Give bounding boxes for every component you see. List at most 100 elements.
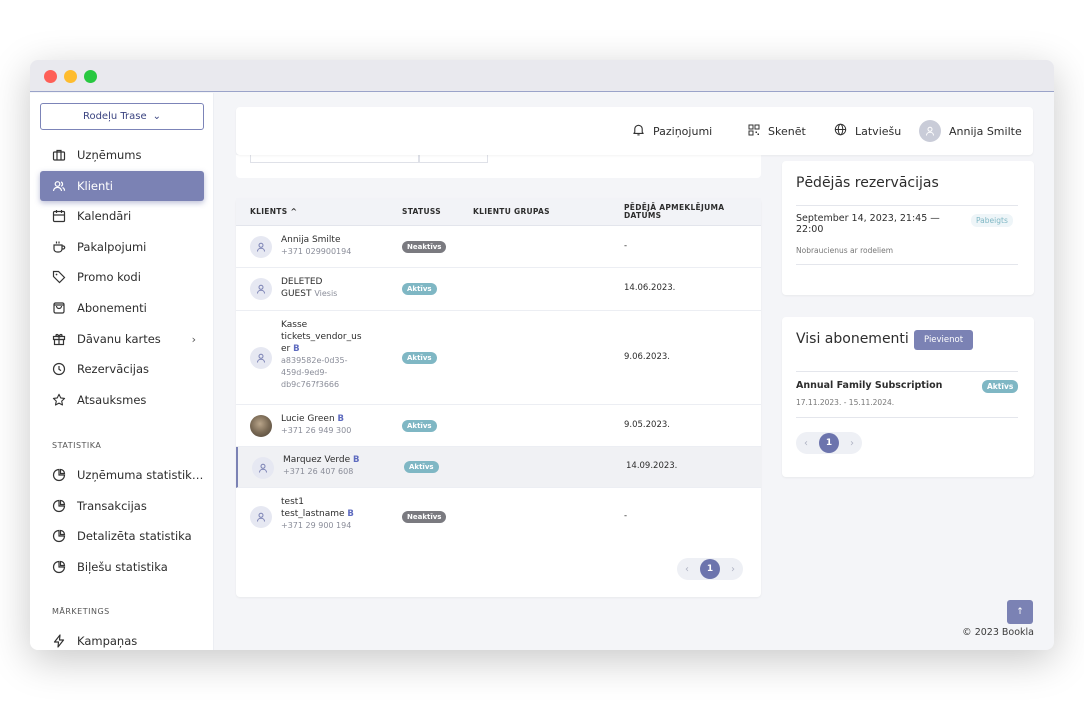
- section-heading-statistics: STATISTIKA: [52, 441, 102, 450]
- table-row-selected[interactable]: Marquez Verde B +371 26 407 608 Aktīvs 1…: [236, 447, 761, 488]
- sidebar-item-label: Uzņēmums: [77, 148, 142, 162]
- page-1-button[interactable]: 1: [700, 559, 720, 579]
- column-last-visit-date[interactable]: PĒDĒJĀ APMEKLĒJUMA DATUMS: [624, 198, 724, 226]
- divider: [796, 371, 1018, 372]
- sidebar-item-subscriptions[interactable]: Abonementi: [40, 293, 204, 323]
- pie-chart-icon: [52, 529, 66, 543]
- status-badge: Aktīvs: [402, 420, 437, 432]
- next-page-button[interactable]: ›: [726, 564, 740, 575]
- cup-icon: [52, 240, 66, 254]
- sidebar-item-label: Uzņēmuma statistik…: [77, 468, 204, 482]
- status-badge: Aktīvs: [982, 380, 1019, 393]
- sidebar-item-services[interactable]: Pakalpojumi: [40, 232, 204, 262]
- sidebar-item-promo-codes[interactable]: Promo kodi: [40, 262, 204, 292]
- add-subscription-button[interactable]: Pievienot: [914, 330, 974, 350]
- user-placeholder-icon: [250, 347, 272, 369]
- prev-page-button[interactable]: ‹: [680, 564, 694, 575]
- sidebar-item-company-statistics[interactable]: Uzņēmuma statistik…: [40, 460, 204, 490]
- pie-chart-icon: [52, 560, 66, 574]
- last-visit-date: 14.09.2023.: [626, 461, 678, 471]
- scan-label: Skenēt: [768, 124, 806, 138]
- maximize-window-button[interactable]: [84, 70, 97, 83]
- client-name-cell: Lucie Green B +371 26 949 300: [281, 414, 352, 435]
- users-icon: [52, 179, 66, 193]
- scroll-to-top-button[interactable]: ↑: [1007, 600, 1033, 624]
- section-heading-marketing: MĀRKETINGS: [52, 607, 110, 616]
- table-row[interactable]: test1 test_lastname B +371 29 900 194 Ne…: [236, 488, 761, 546]
- table-row[interactable]: Lucie Green B +371 26 949 300 Aktīvs 9.0…: [236, 405, 761, 447]
- table-header: KLIENTS ^ STATUSS KLIENTU GRUPAS PĒDĒJĀ …: [236, 198, 761, 226]
- table-row[interactable]: Annija Smilte +371 029900194 Neaktīvs -: [236, 226, 761, 268]
- last-visit-date: -: [624, 241, 628, 251]
- user-menu[interactable]: Annija Smilte: [919, 107, 1022, 155]
- subscriptions-pagination: ‹ 1 ›: [796, 432, 862, 454]
- user-placeholder-icon: [250, 236, 272, 258]
- reservation-item[interactable]: September 14, 2023, 21:45 — 22:00: [796, 213, 940, 235]
- notifications-button[interactable]: Paziņojumi: [632, 107, 712, 155]
- business-mark: B: [347, 509, 354, 519]
- sidebar-item-reservations[interactable]: Rezervācijas: [40, 354, 204, 384]
- minimize-window-button[interactable]: [64, 70, 77, 83]
- venue-selector[interactable]: Rodeļu Trase ⌄: [40, 103, 204, 130]
- sidebar-item-reviews[interactable]: Atsauksmes: [40, 385, 204, 415]
- column-clients-sort[interactable]: KLIENTS ^: [250, 198, 297, 226]
- filter-button[interactable]: [418, 155, 488, 163]
- venue-label: Rodeļu Trase: [82, 111, 147, 122]
- qr-code-icon: [748, 124, 760, 139]
- client-name-cell: Annija Smilte +371 029900194: [281, 235, 352, 256]
- globe-icon: [834, 123, 847, 139]
- clients-table-card: KLIENTS ^ STATUSS KLIENTU GRUPAS PĒDĒJĀ …: [236, 198, 761, 597]
- column-client-groups: KLIENTU GRUPAS: [473, 207, 550, 216]
- bell-icon: [632, 123, 645, 139]
- client-name-cell: DELETED GUEST Viesis: [281, 277, 338, 299]
- sidebar-item-company[interactable]: Uzņēmums: [40, 140, 204, 170]
- status-badge: Neaktīvs: [402, 241, 447, 253]
- last-visit-date: -: [624, 511, 628, 521]
- bolt-icon: [52, 634, 66, 648]
- subscriptions-card: Visi abonementi Pievienot Annual Family …: [782, 317, 1034, 477]
- sidebar-item-clients[interactable]: Klienti: [40, 171, 204, 201]
- sidebar-item-campaigns[interactable]: Kampaņas: [40, 626, 204, 650]
- sidebar-item-label: Biļešu statistika: [77, 560, 168, 574]
- subscription-name[interactable]: Annual Family Subscription: [796, 380, 942, 391]
- sidebar-item-label: Klienti: [77, 179, 113, 193]
- prev-page-button[interactable]: ‹: [799, 438, 813, 449]
- next-page-button[interactable]: ›: [845, 438, 859, 449]
- sidebar-item-calendars[interactable]: Kalendāri: [40, 201, 204, 231]
- sidebar: Rodeļu Trase ⌄ Uzņēmums Klienti Kalendār…: [30, 93, 214, 650]
- tag-icon: [52, 270, 66, 284]
- user-name: Annija Smilte: [949, 124, 1022, 138]
- card-title: Visi abonementi: [796, 331, 909, 347]
- last-visit-date: 9.05.2023.: [624, 420, 670, 430]
- subscription-dates: 17.11.2023. - 15.11.2024.: [796, 398, 895, 407]
- sidebar-item-transactions[interactable]: Transakcijas: [40, 491, 204, 521]
- scan-button[interactable]: Skenēt: [748, 107, 806, 155]
- language-selector[interactable]: Latviešu: [834, 107, 901, 155]
- sidebar-item-label: Transakcijas: [77, 499, 147, 513]
- business-mark: B: [293, 344, 300, 354]
- sidebar-item-ticket-statistics[interactable]: Biļešu statistika: [40, 552, 204, 582]
- language-label: Latviešu: [855, 124, 902, 138]
- sidebar-item-detailed-statistics[interactable]: Detalizēta statistika: [40, 521, 204, 551]
- sidebar-item-label: Abonementi: [77, 301, 147, 315]
- sidebar-item-label: Rezervācijas: [77, 362, 149, 376]
- reservation-description: Nobraucienus ar rodeliem: [796, 246, 894, 255]
- sidebar-item-label: Promo kodi: [77, 270, 141, 284]
- notifications-label: Paziņojumi: [653, 124, 713, 138]
- chevron-down-icon: ⌄: [152, 111, 162, 122]
- bag-icon: [52, 301, 66, 315]
- status-badge: Aktīvs: [402, 283, 437, 295]
- client-photo: [250, 415, 272, 437]
- status-badge: Neaktīvs: [402, 511, 447, 523]
- business-mark: B: [353, 455, 360, 465]
- table-row[interactable]: DELETED GUEST Viesis Aktīvs 14.06.2023.: [236, 268, 761, 311]
- pie-chart-icon: [52, 468, 66, 482]
- last-visit-date: 14.06.2023.: [624, 283, 676, 293]
- close-window-button[interactable]: [44, 70, 57, 83]
- status-badge: Aktīvs: [404, 461, 439, 473]
- sidebar-item-gift-cards[interactable]: Dāvanu kartes ›: [40, 324, 204, 354]
- page-1-button[interactable]: 1: [819, 433, 839, 453]
- table-row[interactable]: Kasse tickets_vendor_us er B a839582e-0d…: [236, 311, 761, 405]
- search-input[interactable]: [250, 155, 420, 163]
- divider: [796, 205, 1018, 206]
